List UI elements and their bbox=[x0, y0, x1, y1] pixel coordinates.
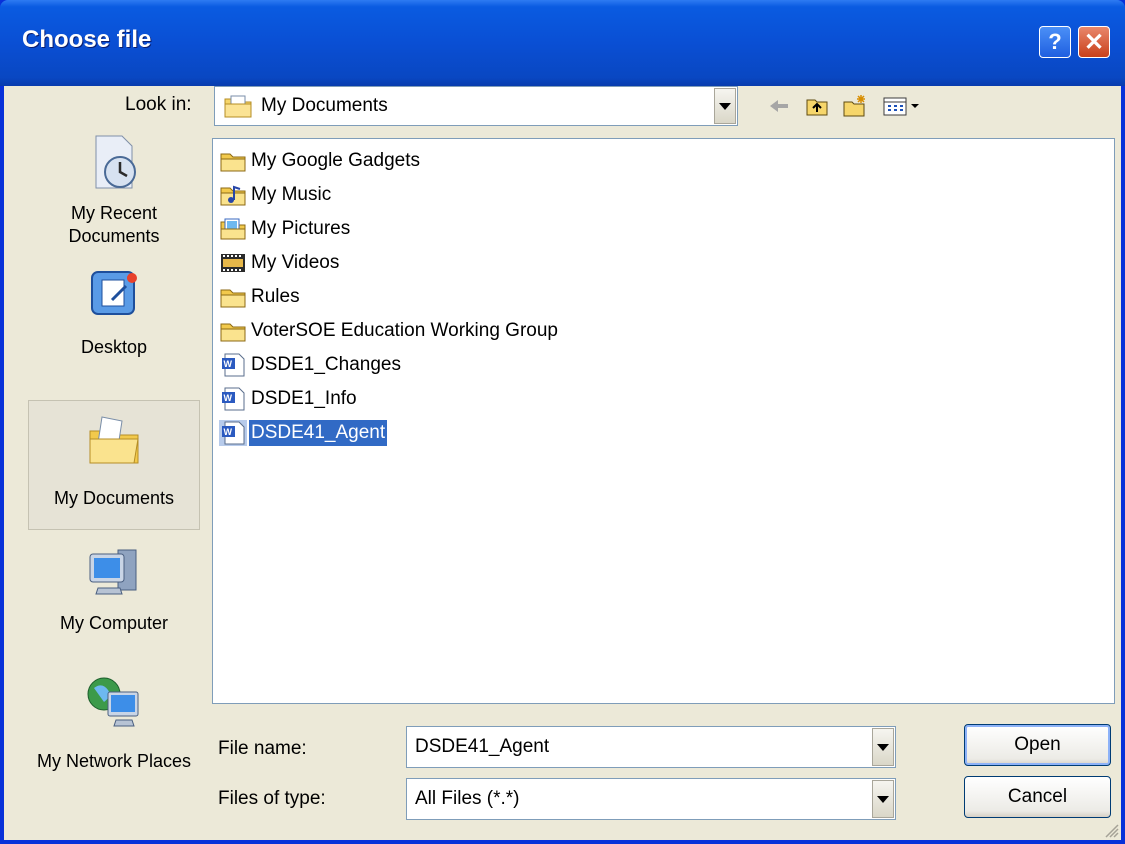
file-name: My Google Gadgets bbox=[251, 150, 420, 171]
view-menu-icon[interactable] bbox=[880, 93, 924, 119]
music-folder-icon bbox=[220, 185, 246, 206]
list-item-selected[interactable]: W DSDE41_Agent bbox=[219, 417, 388, 449]
place-label: My Network Places bbox=[36, 751, 192, 771]
word-document-icon: W bbox=[222, 353, 245, 377]
file-type-value: All Files (*.*) bbox=[415, 788, 520, 809]
resize-grip-icon[interactable] bbox=[1103, 822, 1119, 838]
new-folder-icon[interactable] bbox=[842, 93, 868, 119]
cancel-button[interactable]: Cancel bbox=[964, 776, 1111, 818]
pictures-folder-icon bbox=[220, 218, 246, 240]
place-label: Desktop bbox=[80, 337, 148, 357]
place-label: My Documents bbox=[53, 488, 175, 508]
title-bar[interactable]: Choose file ? ✕ bbox=[0, 0, 1125, 86]
file-name: DSDE1_Info bbox=[251, 388, 357, 409]
svg-text:W: W bbox=[224, 359, 233, 369]
list-item[interactable]: My Videos bbox=[219, 247, 341, 279]
up-folder-icon[interactable] bbox=[804, 93, 830, 119]
my-documents-icon bbox=[89, 416, 139, 464]
dialog-title: Choose file bbox=[22, 26, 152, 53]
look-in-label: Look in: bbox=[125, 94, 192, 115]
file-name: My Pictures bbox=[251, 218, 351, 239]
file-type-label: Files of type: bbox=[218, 788, 326, 809]
svg-text:W: W bbox=[224, 393, 233, 403]
close-button[interactable]: ✕ bbox=[1078, 26, 1110, 58]
help-button[interactable]: ? bbox=[1039, 26, 1071, 58]
network-places-icon bbox=[87, 677, 139, 727]
file-name: My Videos bbox=[251, 252, 340, 273]
look-in-dropdown-button[interactable] bbox=[714, 88, 736, 124]
list-item[interactable]: My Google Gadgets bbox=[219, 145, 422, 177]
file-name: DSDE41_Agent bbox=[249, 420, 388, 446]
place-label: My Computer bbox=[59, 613, 169, 633]
word-document-icon: W bbox=[219, 420, 247, 446]
list-item[interactable]: W DSDE1_Info bbox=[219, 383, 359, 415]
list-item[interactable]: W DSDE1_Changes bbox=[219, 349, 403, 381]
file-name-dropdown-button[interactable] bbox=[872, 728, 894, 766]
list-item[interactable]: Rules bbox=[219, 281, 302, 313]
place-my-recent-documents[interactable]: My Recent Documents bbox=[28, 130, 200, 258]
place-desktop[interactable]: Desktop bbox=[28, 264, 200, 382]
file-name-label: File name: bbox=[218, 738, 307, 759]
recent-documents-icon bbox=[95, 135, 136, 189]
back-arrow-icon[interactable] bbox=[766, 93, 792, 119]
file-name: Rules bbox=[251, 286, 300, 307]
look-in-dropdown[interactable]: My Documents bbox=[214, 86, 738, 126]
file-type-select[interactable]: All Files (*.*) bbox=[406, 778, 896, 820]
file-name: My Music bbox=[251, 184, 332, 205]
open-button[interactable]: Open bbox=[964, 724, 1111, 766]
choose-file-dialog: Choose file ? ✕ Look in: My Documents My… bbox=[0, 0, 1125, 844]
places-bar: My Recent Documents Desktop My Documents bbox=[4, 130, 200, 840]
file-type-dropdown-button[interactable] bbox=[872, 780, 894, 818]
folder-icon bbox=[220, 289, 246, 308]
look-in-value: My Documents bbox=[261, 95, 388, 116]
place-my-computer[interactable]: My Computer bbox=[28, 540, 200, 664]
place-my-network-places[interactable]: My Network Places bbox=[28, 670, 200, 830]
place-label: My Recent Documents bbox=[68, 203, 160, 246]
videos-folder-icon bbox=[221, 254, 245, 272]
desktop-icon bbox=[91, 271, 137, 315]
file-name: VoterSOE Education Working Group bbox=[251, 320, 558, 341]
svg-text:W: W bbox=[224, 427, 233, 437]
list-item[interactable]: My Music bbox=[219, 179, 333, 211]
file-name-input[interactable]: DSDE41_Agent bbox=[406, 726, 896, 768]
folder-icon bbox=[220, 153, 246, 172]
word-document-icon: W bbox=[222, 387, 245, 411]
list-item[interactable]: VoterSOE Education Working Group bbox=[219, 315, 560, 347]
place-my-documents[interactable]: My Documents bbox=[28, 400, 200, 530]
folder-icon bbox=[220, 323, 246, 342]
file-name: DSDE1_Changes bbox=[251, 354, 401, 375]
list-item[interactable]: My Pictures bbox=[219, 213, 352, 245]
my-computer-icon bbox=[89, 549, 137, 595]
my-documents-icon bbox=[224, 95, 252, 118]
file-list[interactable]: My Google Gadgets My Music My Pictures M… bbox=[212, 138, 1115, 704]
dialog-body: Look in: My Documents My Recent Document… bbox=[4, 86, 1121, 840]
file-name-value: DSDE41_Agent bbox=[415, 736, 550, 757]
